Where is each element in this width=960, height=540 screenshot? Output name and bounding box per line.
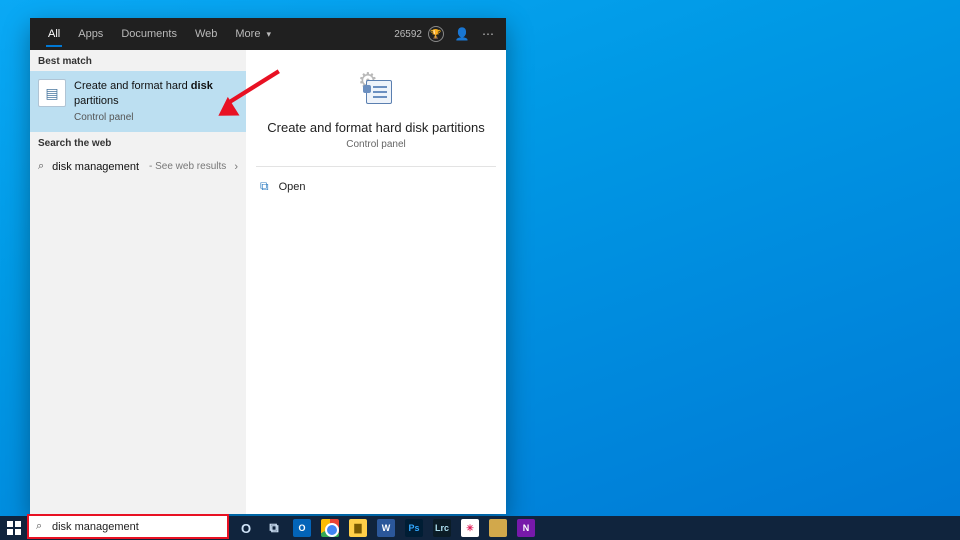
- best-match-result[interactable]: ▤ Create and format hard disk partitions…: [30, 71, 246, 132]
- best-match-title-bold: disk: [191, 80, 213, 92]
- taskbar-app-chrome[interactable]: [316, 516, 344, 540]
- start-button[interactable]: [0, 516, 28, 540]
- account-icon[interactable]: 👤: [454, 27, 470, 41]
- web-query-hint: - See web results: [149, 161, 226, 172]
- open-icon: ⧉: [260, 179, 269, 194]
- best-match-text: Create and format hard disk partitions C…: [74, 79, 236, 124]
- search-filter-tabs: All Apps Documents Web More ▾: [40, 22, 279, 46]
- word-icon: W: [377, 519, 395, 537]
- search-panel-header: All Apps Documents Web More ▾ 26592 🏆 👤 …: [30, 18, 506, 50]
- sticky-icon: [489, 519, 507, 537]
- taskbar-app-sticky[interactable]: [484, 516, 512, 540]
- taskbar-app-slack[interactable]: ✳: [456, 516, 484, 540]
- taskbar-apps: O ⧉ O ▇ W Ps Lrc ✳ N: [232, 516, 540, 540]
- chevron-right-icon: ›: [234, 161, 238, 173]
- taskbar-search-box[interactable]: [28, 516, 228, 537]
- search-detail-pane: ⚙ Create and format hard disk partitions…: [246, 50, 506, 514]
- taskbar-search-input[interactable]: [52, 521, 222, 533]
- start-search-panel: All Apps Documents Web More ▾ 26592 🏆 👤 …: [30, 18, 506, 514]
- disk-partition-icon: ▤: [38, 79, 66, 107]
- photoshop-icon: Ps: [405, 519, 423, 537]
- slack-icon: ✳: [461, 519, 479, 537]
- action-open-label: Open: [279, 181, 306, 193]
- chrome-icon: [321, 519, 339, 537]
- tab-apps[interactable]: Apps: [70, 22, 111, 46]
- taskbar-app-taskview[interactable]: ⧉: [260, 516, 288, 540]
- best-match-subtitle: Control panel: [74, 111, 236, 125]
- best-match-title-prefix: Create and format hard: [74, 80, 191, 92]
- web-search-result[interactable]: ⌕ disk management - See web results ›: [30, 153, 246, 180]
- taskbar-app-photoshop[interactable]: Ps: [400, 516, 428, 540]
- more-options-icon[interactable]: ⋯: [480, 27, 496, 41]
- action-open[interactable]: ⧉ Open: [246, 173, 506, 200]
- tab-web[interactable]: Web: [187, 22, 225, 46]
- chevron-down-icon: ▾: [267, 29, 272, 39]
- best-match-title-suffix: partitions: [74, 95, 119, 107]
- taskbar-app-outlook[interactable]: O: [288, 516, 316, 540]
- lrc-icon: Lrc: [433, 519, 451, 537]
- taskbar-app-cortana[interactable]: O: [232, 516, 260, 540]
- taskbar-app-onenote[interactable]: N: [512, 516, 540, 540]
- tab-all[interactable]: All: [40, 22, 68, 46]
- cortana-icon: O: [237, 519, 255, 537]
- search-panel-body: Best match ▤ Create and format hard disk…: [30, 50, 506, 514]
- taskbar: ⌕ O ⧉ O ▇ W Ps Lrc ✳ N: [0, 516, 960, 540]
- trophy-icon: 🏆: [428, 26, 444, 42]
- detail-title: Create and format hard disk partitions: [249, 120, 503, 135]
- onenote-icon: N: [517, 519, 535, 537]
- tab-more-label: More: [235, 28, 260, 40]
- detail-app-icon: ⚙: [352, 68, 400, 110]
- web-query-text: disk management: [52, 161, 139, 173]
- taskview-icon: ⧉: [265, 519, 283, 537]
- detail-separator: [256, 166, 495, 167]
- taskbar-app-lrc[interactable]: Lrc: [428, 516, 456, 540]
- tab-more[interactable]: More ▾: [227, 22, 279, 46]
- rewards-indicator[interactable]: 26592 🏆: [394, 26, 444, 42]
- tab-documents[interactable]: Documents: [113, 22, 185, 46]
- outlook-icon: O: [293, 519, 311, 537]
- search-web-heading: Search the web: [30, 132, 246, 153]
- rewards-points: 26592: [394, 29, 422, 40]
- taskbar-search-wrap: ⌕: [28, 516, 228, 540]
- detail-subtitle: Control panel: [346, 139, 405, 150]
- taskbar-app-explorer[interactable]: ▇: [344, 516, 372, 540]
- explorer-icon: ▇: [349, 519, 367, 537]
- best-match-heading: Best match: [30, 50, 246, 71]
- windows-logo-icon: [7, 521, 21, 535]
- desktop: All Apps Documents Web More ▾ 26592 🏆 👤 …: [0, 0, 960, 540]
- search-results-column: Best match ▤ Create and format hard disk…: [30, 50, 246, 514]
- search-icon: ⌕: [38, 160, 44, 173]
- taskbar-app-word[interactable]: W: [372, 516, 400, 540]
